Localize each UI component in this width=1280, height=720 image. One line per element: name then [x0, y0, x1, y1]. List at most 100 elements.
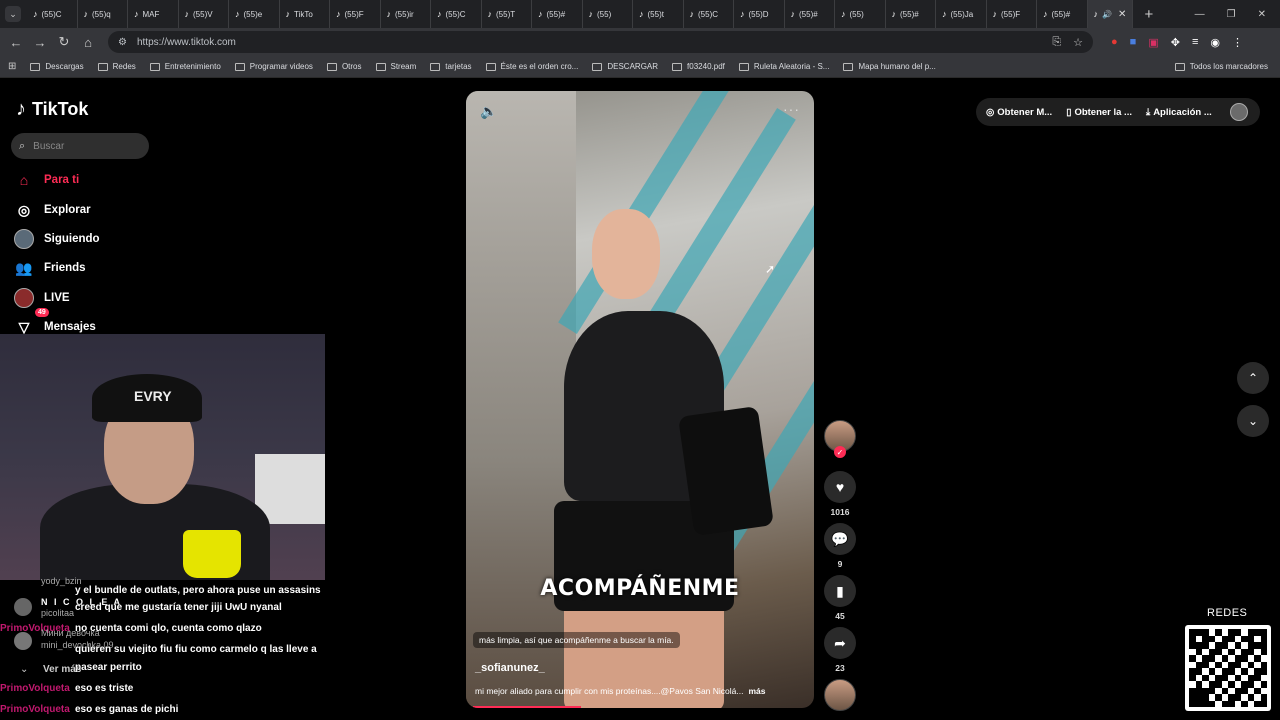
- browser-tab[interactable]: ♪ (55)T: [482, 0, 532, 28]
- browser-tab[interactable]: ♪ (55)C: [431, 0, 482, 28]
- desktop-app-button[interactable]: ⤓ Aplicación ...: [1146, 107, 1212, 118]
- browser-tab[interactable]: ♪ TikTo: [280, 0, 330, 28]
- volume-icon[interactable]: 🔈: [480, 103, 497, 120]
- ver-mas-link[interactable]: Ver más: [43, 664, 81, 675]
- chat-message: eso es ganas de pichi: [75, 704, 179, 715]
- browser-tab[interactable]: ♪ (55)t: [633, 0, 684, 28]
- all-bookmarks[interactable]: Todos los marcadores: [1174, 62, 1268, 71]
- video-description: mi mejor aliado para cumplir con mis pro…: [475, 686, 766, 696]
- video-player[interactable]: 🔈 ··· ACOMPÁÑENME más limpia, así que ac…: [466, 91, 814, 708]
- back-button[interactable]: ←: [4, 35, 28, 50]
- apps-grid-icon[interactable]: ⊞: [8, 61, 16, 72]
- sidebar-item-siguiendo[interactable]: Siguiendo: [14, 229, 100, 249]
- browser-tab[interactable]: ♪ (55)e: [229, 0, 280, 28]
- next-video-button[interactable]: ⌄: [1237, 405, 1269, 437]
- tab-active-tiktok[interactable]: ♪ 🔊 ✕: [1087, 0, 1133, 28]
- browser-tab[interactable]: ♪ (55)#: [785, 0, 835, 28]
- bookmark-item[interactable]: Programar videos: [234, 62, 313, 71]
- search-icon: ⌕: [19, 139, 26, 152]
- browser-tab[interactable]: ♪ (55)F: [330, 0, 381, 28]
- sidebar-item-friends[interactable]: 👥 Friends: [14, 258, 85, 278]
- bookmark-icon[interactable]: ▮: [824, 575, 856, 607]
- save-button[interactable]: ▮ 45: [824, 575, 856, 621]
- bookmark-item[interactable]: Entretenimiento: [149, 62, 221, 71]
- share-count: 23: [835, 663, 845, 673]
- bookmark-item[interactable]: Descargas: [30, 62, 84, 71]
- share-button[interactable]: ➦ 23: [824, 627, 856, 673]
- bookmark-item[interactable]: Ruleta Aleatoria - S...: [738, 62, 829, 71]
- more-options-icon[interactable]: ···: [783, 101, 800, 117]
- chat-message: eso es triste: [75, 683, 134, 694]
- browser-tab[interactable]: ♪ (55)C: [27, 0, 78, 28]
- close-icon[interactable]: ✕: [1118, 9, 1126, 20]
- webcam-overlay: EVRY: [0, 334, 325, 580]
- profile-icon[interactable]: ◉: [1210, 36, 1220, 49]
- video-username[interactable]: _sofianunez_: [475, 662, 545, 674]
- browser-tab[interactable]: ♪ MAF: [128, 0, 179, 28]
- close-window-button[interactable]: ✕: [1258, 9, 1266, 20]
- translate-icon[interactable]: ■: [1130, 36, 1137, 48]
- site-info-icon[interactable]: ⚙: [118, 37, 127, 48]
- bookmark-star-icon[interactable]: ☆: [1073, 36, 1083, 49]
- get-app-button[interactable]: ▯ Obtener la ...: [1066, 107, 1132, 118]
- more-link[interactable]: más: [748, 686, 765, 696]
- tab-search-dropdown[interactable]: ⌄: [5, 6, 21, 22]
- sidebar-item-para-ti[interactable]: ⌂ Para ti: [14, 170, 79, 190]
- bookmark-item[interactable]: f03240.pdf: [672, 62, 725, 71]
- search-input[interactable]: ⌕ Buscar: [11, 133, 149, 159]
- browser-tab[interactable]: ♪ (55)Ja: [936, 0, 987, 28]
- browser-tab[interactable]: ♪ (55)F: [987, 0, 1037, 28]
- follow-check-icon[interactable]: ✓: [834, 446, 846, 458]
- extensions-puzzle-icon[interactable]: ✥: [1171, 36, 1180, 49]
- tiktok-favicon-icon: ♪: [336, 9, 341, 19]
- tiktok-favicon-icon: ♪: [639, 9, 644, 19]
- sidebar-item-live[interactable]: LIVE: [14, 288, 70, 308]
- browser-tab[interactable]: ♪ (55)#: [532, 0, 583, 28]
- bookmark-item[interactable]: Otros: [326, 62, 362, 71]
- media-controls-icon[interactable]: ≡: [1192, 36, 1198, 48]
- folder-icon: [738, 62, 749, 71]
- get-coins-button[interactable]: ◎ Obtener M...: [986, 107, 1052, 118]
- music-disc-button[interactable]: [824, 679, 856, 711]
- menu-kebab-icon[interactable]: ⋮: [1232, 36, 1243, 49]
- browser-tab[interactable]: ♪ (55)#: [1037, 0, 1088, 28]
- bookmark-item[interactable]: DESCARGAR: [592, 62, 658, 71]
- browser-tab[interactable]: ♪ (55): [583, 0, 633, 28]
- avatar[interactable]: [1229, 103, 1248, 121]
- previous-video-button[interactable]: ⌃: [1237, 362, 1269, 394]
- extension-pink-icon[interactable]: ▣: [1148, 36, 1158, 49]
- video-progress-bar[interactable]: [473, 706, 581, 708]
- creator-avatar-button[interactable]: ✓: [824, 420, 856, 458]
- forward-button[interactable]: →: [28, 35, 52, 50]
- minimize-button[interactable]: —: [1195, 9, 1205, 20]
- comment-icon[interactable]: 💬: [824, 523, 856, 555]
- install-app-icon[interactable]: ⎘: [1052, 36, 1061, 49]
- new-tab-button[interactable]: +: [1145, 6, 1154, 23]
- browser-tab[interactable]: ♪ (55)D: [734, 0, 785, 28]
- browser-tab[interactable]: ♪ (55): [835, 0, 886, 28]
- home-button[interactable]: ⌂: [76, 35, 100, 50]
- like-button[interactable]: ♥ 1016: [824, 471, 856, 517]
- bookmark-item[interactable]: Redes: [97, 62, 136, 71]
- tiktok-logo[interactable]: ♪ TikTok: [16, 98, 88, 121]
- bookmark-item[interactable]: Éste es el orden cro...: [485, 62, 578, 71]
- coin-icon: ◎: [986, 106, 995, 118]
- heart-icon[interactable]: ♥: [824, 471, 856, 503]
- browser-tab[interactable]: ♪ (55)#: [886, 0, 936, 28]
- browser-tab[interactable]: ♪ (55)ir: [381, 0, 431, 28]
- comment-button[interactable]: 💬 9: [824, 523, 856, 569]
- restore-button[interactable]: ❐: [1227, 9, 1236, 20]
- bookmark-item[interactable]: tarjetas: [430, 62, 472, 71]
- extension-red-icon[interactable]: ●: [1111, 36, 1118, 48]
- browser-tab[interactable]: ♪ (55)C: [684, 0, 734, 28]
- reload-button[interactable]: ↻: [52, 34, 76, 50]
- url-input[interactable]: ⚙ https://www.tiktok.com ⎘ ☆: [108, 31, 1093, 53]
- browser-tab[interactable]: ♪ (55)V: [179, 0, 229, 28]
- tiktok-favicon-icon: ♪: [790, 9, 796, 19]
- avatar: [14, 229, 34, 249]
- browser-tab[interactable]: ♪ (55)q: [78, 0, 128, 28]
- share-icon[interactable]: ➦: [824, 627, 856, 659]
- bookmark-item[interactable]: Mapa humano del p...: [843, 62, 936, 71]
- bookmark-item[interactable]: Stream: [375, 62, 416, 71]
- sidebar-item-explorar[interactable]: ◎ Explorar: [14, 200, 91, 220]
